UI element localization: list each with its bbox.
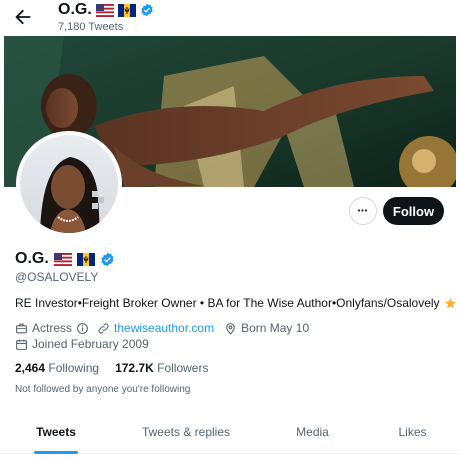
star-emoji-icon [444,297,456,308]
following-link[interactable]: 2,464 Following [15,361,99,375]
profile-tabs: Tweets Tweets & replies Media Likes [0,410,460,454]
birthday-text: Born May 10 [241,321,310,335]
follow-stats: 2,464 Following 172.7K Followers [15,361,208,375]
header-name: O.G. [58,1,92,18]
flag-barbados-icon [76,252,95,266]
back-button[interactable] [12,6,34,28]
join-date: Joined February 2009 [15,337,149,351]
profile-meta: Actress thewiseauthor.com Born May 10 [15,321,309,335]
followers-link[interactable]: 172.7K Followers [115,361,208,375]
tab-likes[interactable]: Likes [365,410,460,454]
more-icon: ••• [357,207,369,215]
tab-label: Tweets & replies [141,425,231,439]
avatar-image [20,135,118,233]
category: Actress [15,321,89,335]
avatar[interactable] [16,131,122,237]
website-link[interactable]: thewiseauthor.com [114,321,214,335]
active-tab-indicator [34,451,78,454]
website[interactable]: thewiseauthor.com [97,321,214,335]
briefcase-icon [16,323,27,333]
profile-name: O.G. [15,250,115,268]
following-label: Following [48,361,100,375]
birthday: Born May 10 [224,321,309,335]
link-icon [98,322,109,334]
tab-media[interactable]: Media [260,410,365,454]
tab-label: Media [296,425,329,439]
back-arrow-icon [15,9,31,25]
tweet-count: 7,180 Tweets [58,21,124,33]
bio-text: RE Investor•Freight Broker Owner • BA fo… [15,296,440,310]
top-bar: O.G. 7,180 Tweets [0,0,460,36]
tab-tweets[interactable]: Tweets [0,410,112,454]
following-count: 2,464 [15,361,46,375]
tab-label: Tweets [36,425,76,439]
more-options-button[interactable]: ••• [349,197,377,225]
verified-badge-icon[interactable] [100,252,115,267]
not-followed-note: Not followed by anyone you're following [15,384,191,395]
calendar-icon [16,339,27,350]
flag-us-icon [53,252,72,266]
tab-label: Likes [398,425,427,439]
profile-bio: RE Investor•Freight Broker Owner • BA fo… [15,296,457,310]
category-text: Actress [32,321,73,335]
tab-tweets-replies[interactable]: Tweets & replies [112,410,260,454]
join-date-text: Joined February 2009 [32,337,149,351]
follow-button[interactable]: Follow [383,197,444,225]
header-title: O.G. [58,1,154,19]
location-pin-icon [226,322,235,335]
profile-name-text: O.G. [15,250,49,267]
followers-label: Followers [157,361,209,375]
verified-badge-icon [141,3,153,17]
flag-us-icon [95,3,114,17]
flag-barbados-icon [117,3,136,17]
info-icon[interactable] [76,322,89,335]
followers-count: 172.7K [115,361,154,375]
profile-handle: @OSALOVELY [15,270,99,284]
